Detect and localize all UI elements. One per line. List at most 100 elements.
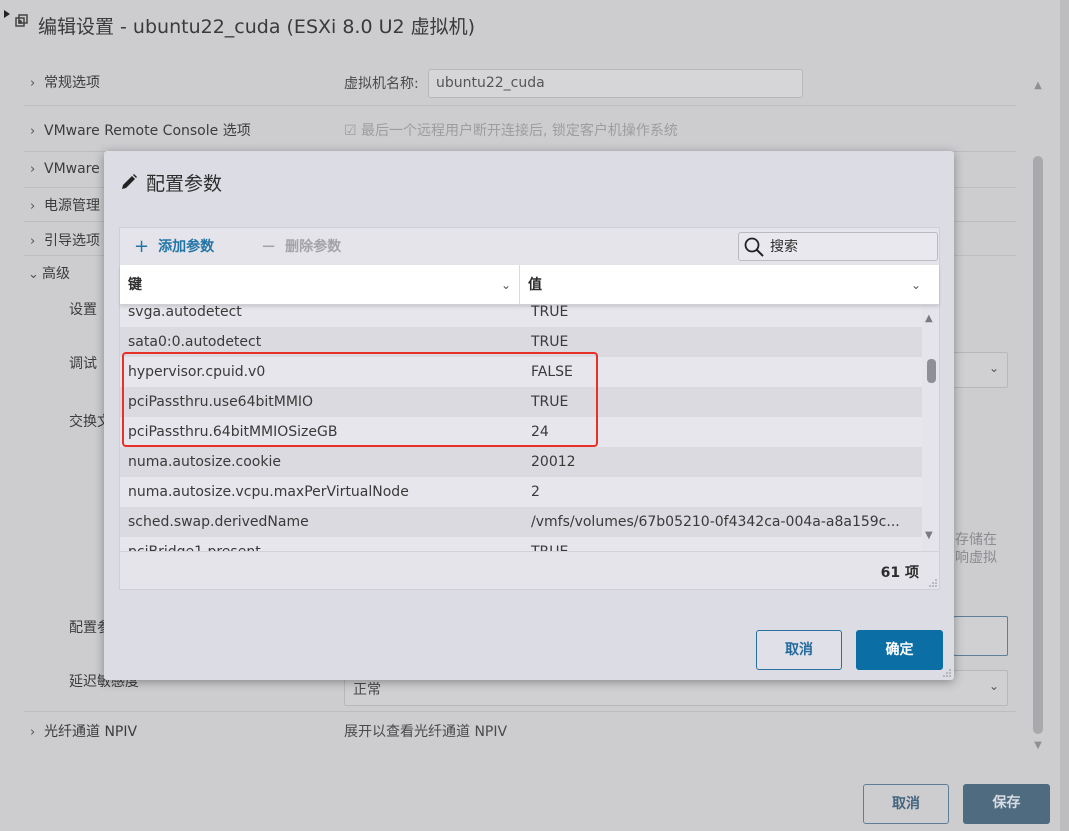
- plus-icon: +: [134, 235, 150, 257]
- pencil-icon: [122, 174, 137, 189]
- lock-guest-label: 最后一个远程用户断开连接后, 锁定客户机操作系统: [361, 123, 678, 139]
- config-params-dialog: 配置参数 + 添加参数 − 删除参数 键 ⌄: [104, 151, 954, 680]
- cell-key: hypervisor.cpuid.v0: [128, 364, 266, 380]
- cell-value: TRUE: [531, 394, 569, 410]
- cell-key: numa.autosize.cookie: [128, 454, 281, 470]
- swap-note-2: 响虚拟: [955, 550, 997, 566]
- dialog-title: 配置参数: [146, 172, 223, 195]
- resize-grip-icon[interactable]: [943, 669, 951, 677]
- chevron-down-icon: ⌄: [28, 267, 39, 282]
- add-param-label: 添加参数: [158, 239, 215, 255]
- table-row[interactable]: pciPassthru.use64bitMMIO TRUE: [120, 387, 922, 417]
- cell-value: 2: [531, 484, 540, 500]
- vm-name-label: 虚拟机名称:: [344, 76, 419, 92]
- cell-key: pciPassthru.use64bitMMIO: [128, 394, 314, 410]
- check-icon: ☑: [344, 123, 362, 139]
- table-row[interactable]: pciPassthru.64bitMMIOSizeGB 24: [120, 417, 922, 447]
- section-npiv-label: 光纤通道 NPIV: [44, 724, 138, 740]
- cell-value: /vmfs/volumes/67b05210-0f4342ca-004a-a8a…: [531, 514, 900, 530]
- cell-value: 24: [531, 424, 549, 440]
- column-key-label: 键: [128, 277, 142, 293]
- scroll-down-icon[interactable]: ▼: [925, 530, 933, 541]
- window-title: 编辑设置 - ubuntu22_cuda (ESXi 8.0 U2 虚拟机): [38, 16, 476, 38]
- dialog-header: 配置参数: [120, 167, 222, 197]
- add-param-button[interactable]: + 添加参数: [134, 235, 214, 257]
- grid-footer: 61 项: [120, 551, 939, 589]
- table-row[interactable]: sata0:0.autodetect TRUE: [120, 327, 922, 357]
- chevron-right-icon: ›: [30, 124, 36, 139]
- delete-param-label: 删除参数: [285, 239, 342, 255]
- window-edge: [1060, 0, 1069, 831]
- cell-key: svga.autodetect: [128, 305, 242, 320]
- section-power-label: 电源管理: [44, 198, 100, 214]
- npiv-value: 展开以查看光纤通道 NPIV: [344, 724, 508, 740]
- swap-note-1: 存储在: [955, 532, 997, 548]
- chevron-right-icon: ›: [30, 162, 36, 177]
- table-row[interactable]: hypervisor.cpuid.v0 FALSE: [120, 357, 922, 387]
- cell-key: sched.swap.derivedName: [128, 514, 309, 530]
- cell-value: 20012: [531, 454, 576, 470]
- chevron-down-icon: ⌄: [988, 679, 999, 693]
- chevron-right-icon: ›: [30, 234, 36, 249]
- table-row[interactable]: pciBridge1.presentTRUE: [120, 537, 922, 551]
- grid-rows: svga.autodetect TRUE sata0:0.autodetect TR…: [120, 305, 922, 551]
- background-scrollbar-thumb[interactable]: [1033, 156, 1043, 734]
- dialog-ok-button[interactable]: 确定: [856, 630, 943, 670]
- scroll-down-icon[interactable]: ▼: [1032, 740, 1044, 751]
- chevron-right-icon: ›: [30, 199, 36, 214]
- vm-icon: [4, 10, 28, 27]
- vm-name-input[interactable]: ubuntu22_cuda: [428, 69, 803, 98]
- chevron-down-icon[interactable]: ⌄: [501, 265, 511, 305]
- search-icon: [744, 237, 764, 257]
- search-box[interactable]: [738, 232, 938, 261]
- column-value-label: 值: [528, 277, 542, 293]
- column-header-value[interactable]: 值 ⌄: [520, 265, 939, 305]
- cell-key: pciPassthru.64bitMMIOSizeGB: [128, 424, 338, 440]
- minus-icon: −: [261, 235, 277, 257]
- table-row[interactable]: numa.autosize.cookie 20012: [120, 447, 922, 477]
- chevron-down-icon: ⌄: [988, 361, 999, 375]
- cell-key: sata0:0.autodetect: [128, 334, 262, 350]
- section-general-label: 常规选项: [44, 75, 100, 91]
- table-row[interactable]: svga.autodetect TRUE: [120, 305, 922, 327]
- scroll-up-icon[interactable]: ▲: [925, 313, 933, 324]
- section-remote-console-label: VMware Remote Console 选项: [44, 123, 251, 139]
- chevron-right-icon: ›: [30, 76, 36, 91]
- debug-select[interactable]: ⌄: [953, 352, 1008, 388]
- grid-scrollbar[interactable]: ▲ ▼: [923, 305, 939, 551]
- lock-guest-checkbox[interactable]: ☑ 最后一个远程用户断开连接后, 锁定客户机操作系统: [344, 120, 678, 140]
- grid-scrollbar-thumb[interactable]: [927, 359, 936, 383]
- dialog-cancel-button[interactable]: 取消: [756, 630, 842, 670]
- latency-select-value: 正常: [353, 682, 381, 698]
- chevron-down-icon[interactable]: ⌄: [911, 265, 921, 305]
- setting-label-debug: 调试: [69, 356, 97, 372]
- table-row[interactable]: numa.autosize.vcpu.maxPerVirtualNode 2: [120, 477, 922, 507]
- section-boot-label: 引导选项: [44, 233, 100, 249]
- delete-param-button[interactable]: − 删除参数: [261, 235, 341, 257]
- cell-key: numa.autosize.vcpu.maxPerVirtualNode: [128, 484, 409, 500]
- section-vmware-tools-label: VMware: [44, 161, 100, 177]
- window-titlebar: 编辑设置 - ubuntu22_cuda (ESXi 8.0 U2 虚拟机): [0, 0, 1069, 52]
- edit-config-button[interactable]: [953, 616, 1008, 656]
- save-button[interactable]: 保存: [963, 784, 1050, 824]
- cancel-button[interactable]: 取消: [863, 784, 949, 824]
- resize-grip-icon[interactable]: [929, 579, 937, 587]
- grid-body: svga.autodetect TRUE sata0:0.autodetect TR…: [120, 305, 922, 551]
- chevron-right-icon: ›: [30, 725, 36, 740]
- cell-key: pciBridge1.present: [120, 537, 522, 551]
- setting-label-settings: 设置: [69, 302, 97, 318]
- grid-header: 键 ⌄ 值 ⌄: [120, 265, 939, 305]
- cell-value: TRUE: [531, 334, 569, 350]
- cell-value: TRUE: [522, 537, 922, 551]
- section-npiv[interactable]: › 光纤通道 NPIV: [24, 712, 1016, 748]
- item-count: 61 项: [880, 565, 919, 581]
- params-datagrid: + 添加参数 − 删除参数 键 ⌄ 值 ⌄: [119, 227, 940, 590]
- column-header-key[interactable]: 键 ⌄: [120, 265, 520, 305]
- cell-value: TRUE: [531, 305, 569, 320]
- search-input[interactable]: [770, 238, 920, 255]
- scroll-up-icon[interactable]: ▲: [1032, 80, 1044, 91]
- grid-toolbar: + 添加参数 − 删除参数: [120, 228, 939, 265]
- section-advanced-label: 高级: [42, 266, 70, 282]
- cell-value: FALSE: [531, 364, 573, 380]
- table-row[interactable]: sched.swap.derivedName/vmfs/volumes/67b0…: [120, 507, 922, 537]
